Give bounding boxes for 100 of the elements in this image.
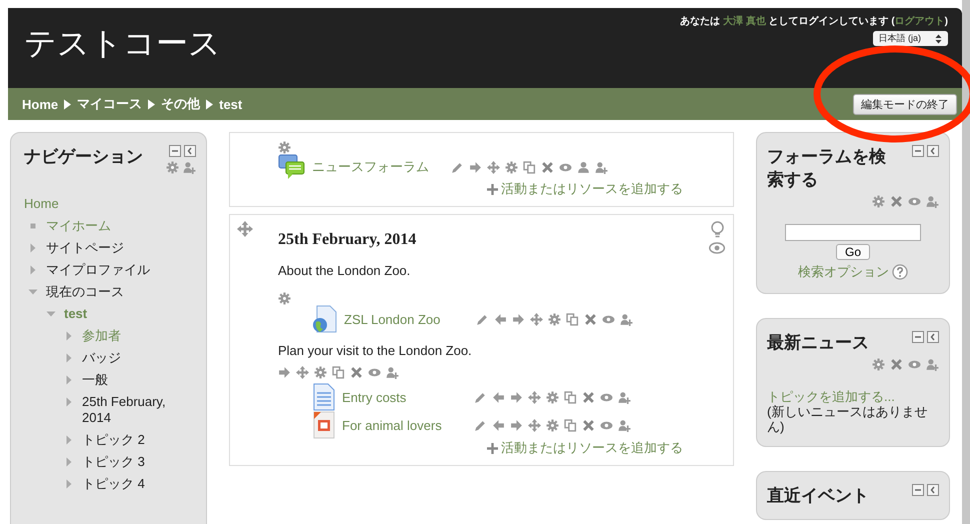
person-plus-icon[interactable] — [595, 160, 608, 174]
person-plus-icon[interactable] — [620, 312, 633, 326]
eye-icon[interactable] — [600, 418, 613, 432]
search-options-link[interactable]: 検索オプション — [798, 263, 889, 281]
copy-icon[interactable] — [564, 418, 577, 432]
gear-icon[interactable] — [548, 312, 561, 326]
nav-item[interactable]: 参加者 — [82, 328, 121, 344]
arrow-right-icon[interactable] — [510, 390, 523, 404]
nav-item[interactable]: マイホーム — [46, 218, 111, 234]
person-plus-icon[interactable] — [926, 195, 939, 208]
eye-icon[interactable] — [908, 358, 921, 371]
person-plus-icon[interactable] — [183, 161, 196, 174]
gear-icon[interactable] — [278, 292, 291, 305]
arrow-right-icon[interactable] — [512, 312, 525, 326]
home-link[interactable]: Home — [24, 196, 196, 211]
arrow-right-icon[interactable] — [510, 418, 523, 432]
user-link[interactable]: 大澤 真也 — [722, 16, 766, 27]
gear-icon[interactable] — [278, 141, 291, 154]
activity-link[interactable]: Entry costs — [342, 390, 452, 404]
triangle-right-icon[interactable] — [64, 375, 74, 385]
dock-icon[interactable] — [184, 145, 196, 157]
eye-icon[interactable] — [709, 242, 725, 254]
triangle-right-icon[interactable] — [28, 243, 38, 253]
eye-icon[interactable] — [600, 390, 613, 404]
nav-item[interactable]: バッジ — [82, 350, 121, 366]
collapse-icon[interactable] — [912, 145, 924, 157]
collapse-icon[interactable] — [169, 145, 181, 157]
gear-icon[interactable] — [546, 390, 559, 404]
activity-link[interactable]: For animal lovers — [342, 418, 452, 432]
close-icon[interactable] — [541, 160, 554, 174]
activity-link[interactable]: ニュースフォーラム — [312, 158, 429, 176]
move-icon[interactable] — [528, 390, 541, 404]
pencil-icon[interactable] — [474, 418, 487, 432]
eye-icon[interactable] — [368, 366, 381, 379]
triangle-right-icon[interactable] — [64, 353, 74, 363]
nav-item[interactable]: test — [64, 306, 88, 322]
logout-link[interactable]: ログアウト — [894, 16, 945, 27]
move-icon[interactable] — [530, 312, 543, 326]
gear-icon[interactable] — [166, 161, 179, 174]
pencil-icon[interactable] — [451, 160, 464, 174]
nav-item[interactable]: トピック 3 — [82, 454, 145, 470]
close-icon[interactable] — [890, 195, 903, 208]
activity-link[interactable]: ZSL London Zoo — [344, 312, 454, 326]
nav-item[interactable]: サイトページ — [46, 240, 124, 256]
dock-icon[interactable] — [927, 484, 939, 496]
eye-icon[interactable] — [602, 312, 615, 326]
triangle-right-icon[interactable] — [64, 435, 74, 445]
person-plus-icon[interactable] — [386, 366, 399, 379]
gear-icon[interactable] — [872, 358, 885, 371]
breadcrumb-link[interactable]: test — [219, 96, 242, 112]
breadcrumb-link[interactable]: その他 — [161, 95, 200, 113]
breadcrumb-link[interactable]: マイコース — [77, 95, 142, 113]
person-plus-icon[interactable] — [618, 418, 631, 432]
move-icon[interactable] — [487, 160, 500, 174]
gear-icon[interactable] — [546, 418, 559, 432]
person-icon[interactable] — [577, 160, 590, 174]
add-topic-link[interactable]: トピックを追加する... — [767, 389, 939, 404]
nav-item[interactable]: 25th February, 2014 — [82, 394, 196, 426]
triangle-down-icon[interactable] — [28, 287, 38, 297]
triangle-right-icon[interactable] — [64, 331, 74, 341]
person-plus-icon[interactable] — [618, 390, 631, 404]
language-select[interactable]: 日本語 (ja) — [872, 31, 948, 46]
pencil-icon[interactable] — [474, 390, 487, 404]
triangle-right-icon[interactable] — [64, 457, 74, 467]
collapse-icon[interactable] — [912, 484, 924, 496]
go-button[interactable]: Go — [836, 244, 870, 260]
gear-icon[interactable] — [872, 195, 885, 208]
scrollbar[interactable] — [962, 0, 970, 524]
copy-icon[interactable] — [564, 390, 577, 404]
copy-icon[interactable] — [566, 312, 579, 326]
copy-icon[interactable] — [332, 366, 345, 379]
add-activity-link[interactable]: 活動またはリソースを追加する — [487, 180, 683, 198]
dock-icon[interactable] — [927, 331, 939, 343]
copy-icon[interactable] — [523, 160, 536, 174]
triangle-right-icon[interactable] — [64, 397, 74, 407]
collapse-icon[interactable] — [912, 331, 924, 343]
eye-icon[interactable] — [559, 160, 572, 174]
breadcrumb-link[interactable]: Home — [22, 96, 58, 112]
arrow-right-icon[interactable] — [278, 366, 291, 379]
pencil-icon[interactable] — [476, 312, 489, 326]
triangle-right-icon[interactable] — [28, 265, 38, 275]
add-activity-link[interactable]: 活動またはリソースを追加する — [487, 439, 683, 457]
nav-item[interactable]: 一般 — [82, 372, 108, 388]
nav-item[interactable]: トピック 2 — [82, 432, 145, 448]
move-icon[interactable] — [528, 418, 541, 432]
arrow-left-icon[interactable] — [492, 390, 505, 404]
dock-icon[interactable] — [927, 145, 939, 157]
edit-mode-button[interactable]: 編集モードの終了 — [853, 94, 957, 114]
gear-icon[interactable] — [314, 366, 327, 379]
close-icon[interactable] — [582, 418, 595, 432]
person-plus-icon[interactable] — [926, 358, 939, 371]
close-icon[interactable] — [584, 312, 597, 326]
nav-item[interactable]: 現在のコース — [46, 284, 124, 300]
arrow-right-icon[interactable] — [469, 160, 482, 174]
move-icon[interactable] — [237, 221, 253, 237]
move-icon[interactable] — [296, 366, 309, 379]
close-icon[interactable] — [890, 358, 903, 371]
close-icon[interactable] — [582, 390, 595, 404]
help-icon[interactable] — [892, 264, 908, 280]
triangle-down-icon[interactable] — [46, 309, 56, 319]
